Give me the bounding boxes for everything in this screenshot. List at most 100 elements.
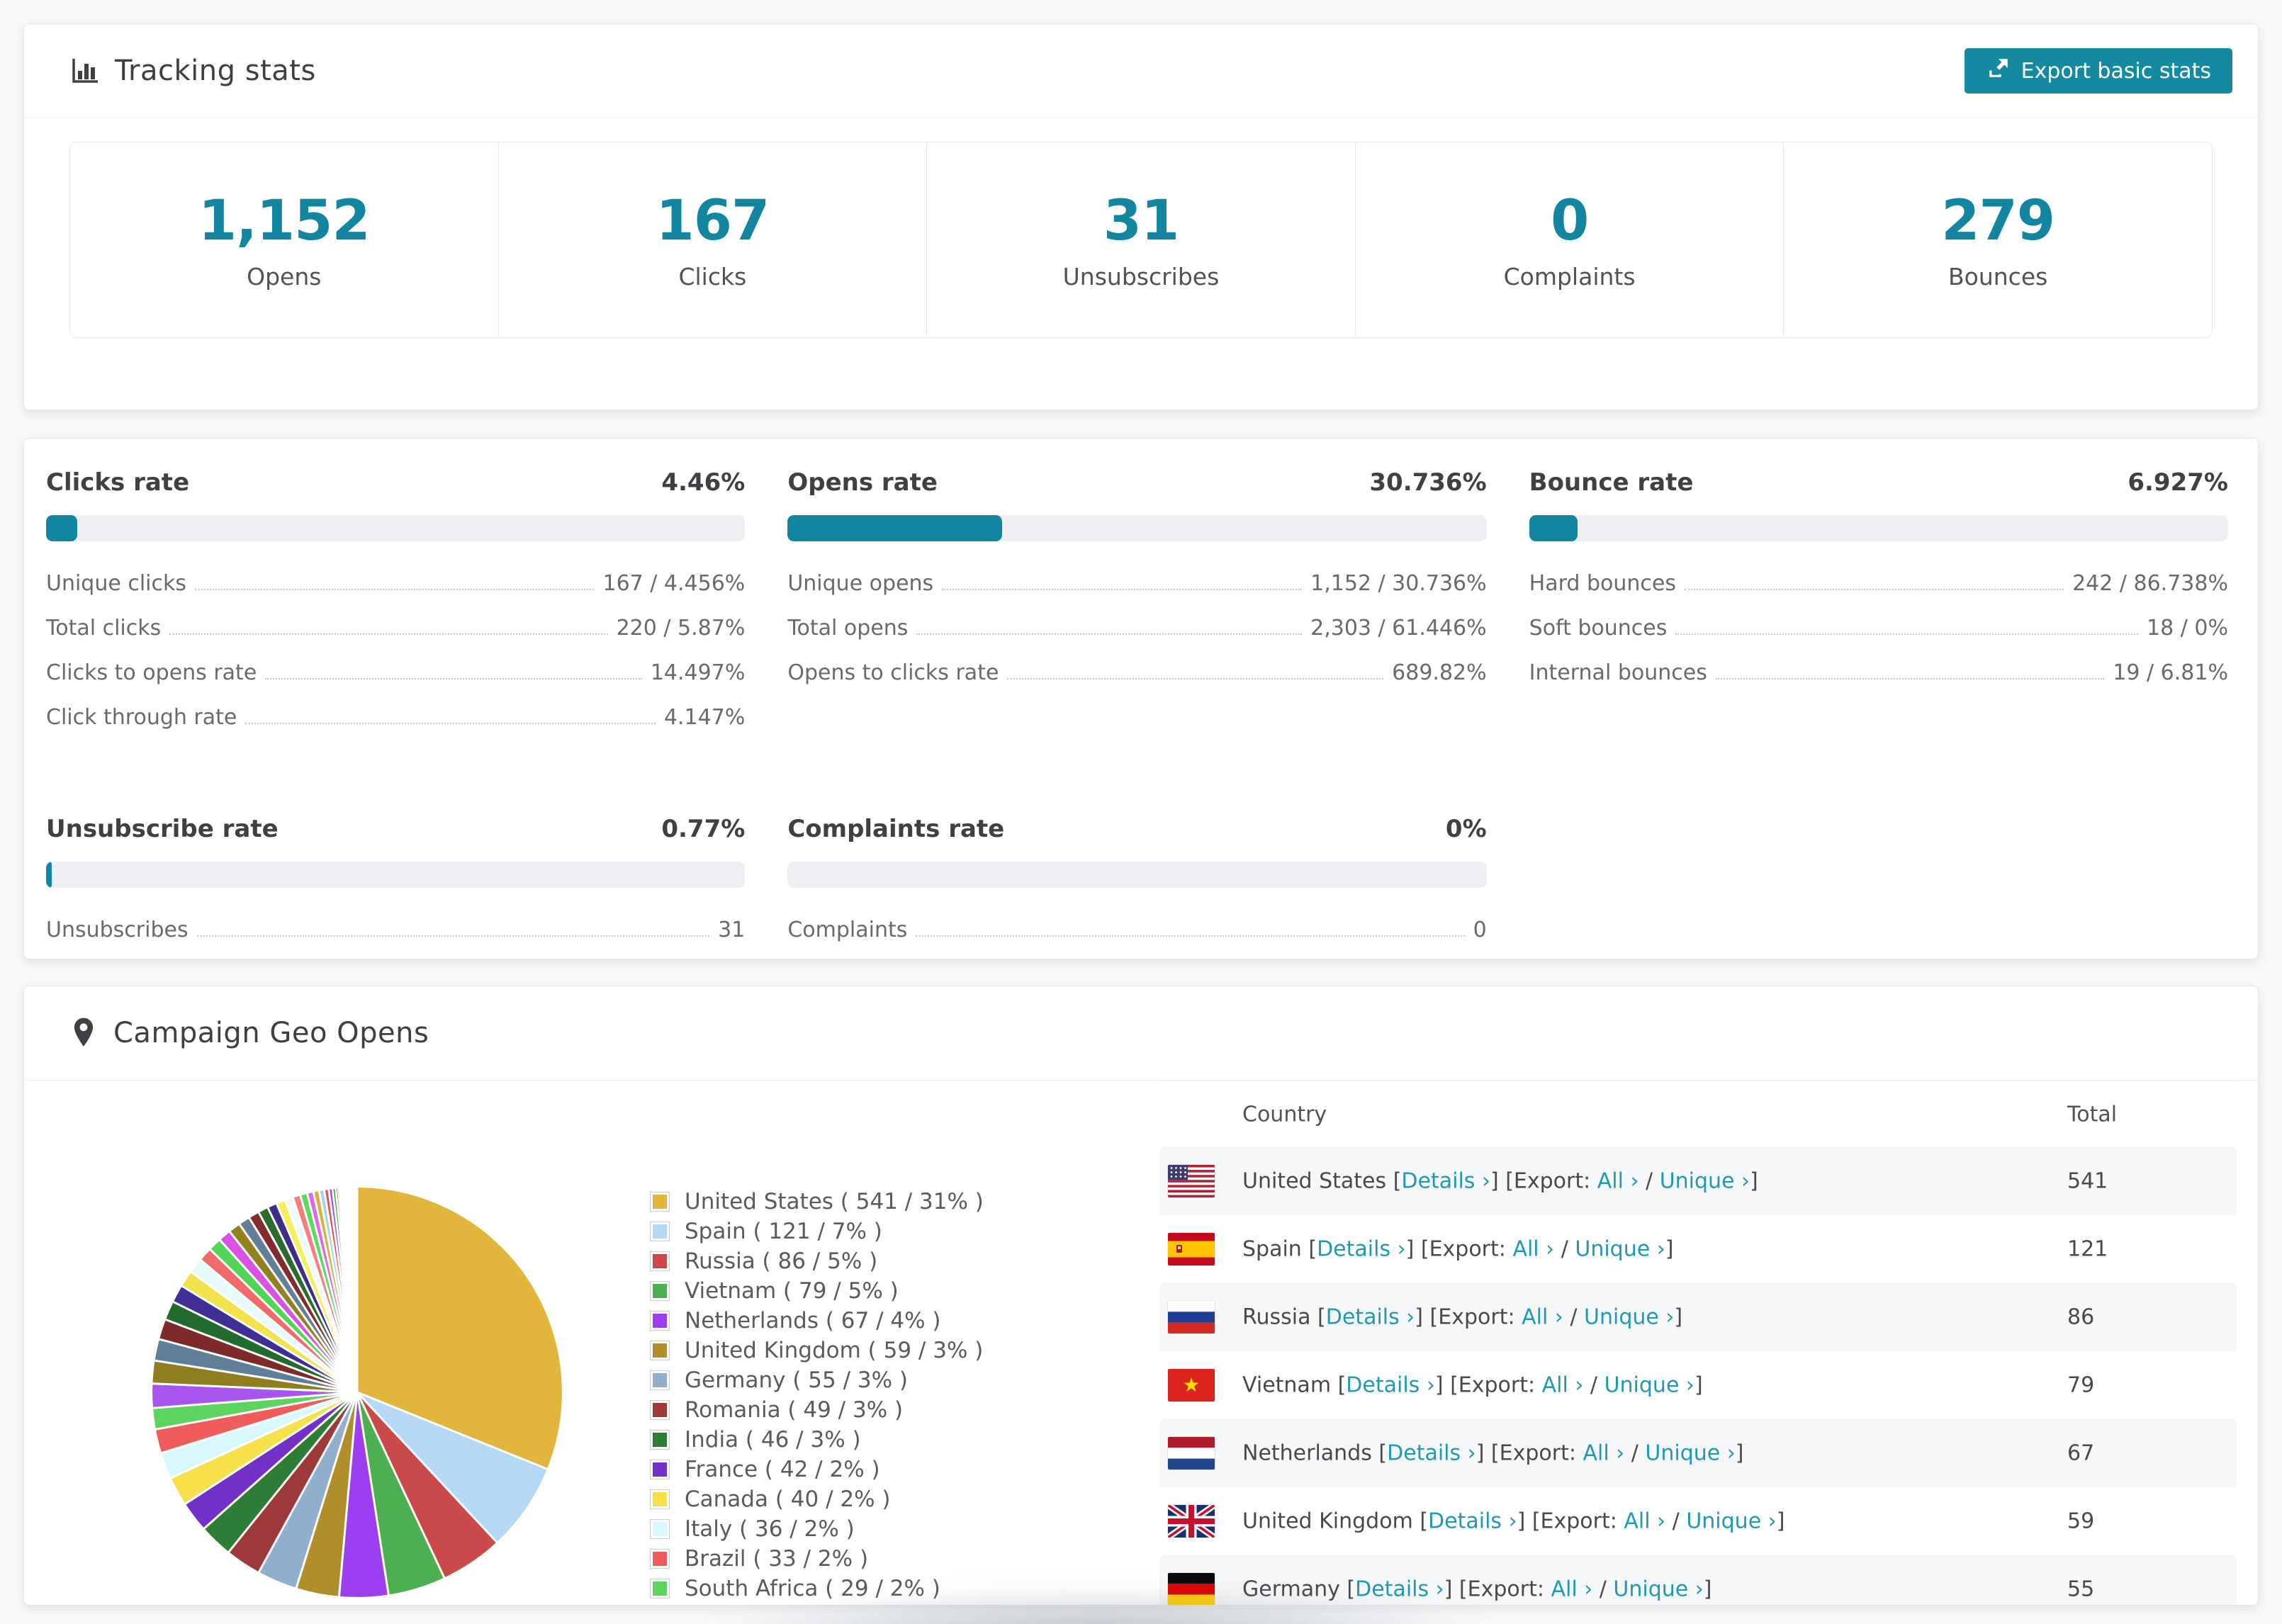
slash: /	[1554, 1236, 1575, 1262]
legend-item[interactable]: India ( 46 / 3% )	[650, 1425, 984, 1455]
export-all-link[interactable]: All ›	[1551, 1577, 1593, 1602]
legend-label: Canada ( 40 / 2% )	[685, 1487, 891, 1512]
bracket: ]	[1703, 1577, 1712, 1602]
details-link[interactable]: Details ›	[1317, 1237, 1406, 1262]
export-all-link[interactable]: All ›	[1542, 1373, 1584, 1398]
legend-item[interactable]: Germany ( 55 / 3% )	[650, 1365, 984, 1395]
bracket: ]	[1674, 1304, 1683, 1330]
rates-grid: Clicks rate 4.46% Unique clicks 167 / 4.…	[24, 439, 2258, 962]
rate-detail-row: Total opens 2,303 / 61.446%	[787, 616, 1486, 641]
legend-item[interactable]: Netherlands ( 67 / 4% )	[650, 1306, 984, 1336]
legend-label: Romania ( 49 / 3% )	[685, 1397, 904, 1423]
legend-item[interactable]: Brazil ( 33 / 2% )	[650, 1544, 984, 1574]
export-unique-link[interactable]: Unique ›	[1660, 1169, 1750, 1194]
export-unique-link[interactable]: Unique ›	[1645, 1441, 1735, 1466]
slash: /	[1563, 1304, 1585, 1330]
stat-label: Opens	[247, 263, 322, 291]
bar-chart-icon	[69, 56, 99, 86]
legend-item[interactable]: Canada ( 40 / 2% )	[650, 1484, 984, 1514]
export-label: Export:	[1513, 1168, 1597, 1194]
geo-country-table: Country Total United States [Details ›] …	[1159, 1081, 2237, 1605]
slash: /	[1639, 1168, 1660, 1194]
dotted-leader	[916, 633, 1303, 635]
rate-progress-bar	[1529, 515, 2228, 541]
rate-detail-row: Unique clicks 167 / 4.456%	[46, 571, 745, 596]
legend-swatch	[650, 1192, 670, 1212]
legend-item[interactable]: France ( 42 / 2% )	[650, 1455, 984, 1484]
legend-swatch	[650, 1370, 670, 1390]
bracket: ]	[1776, 1509, 1785, 1534]
legend-item[interactable]: Spain ( 121 / 7% )	[650, 1217, 984, 1246]
legend-item[interactable]: South Africa ( 29 / 2% )	[650, 1574, 984, 1603]
rate-detail-value: 19 / 6.81%	[2113, 660, 2228, 685]
export-unique-link[interactable]: Unique ›	[1584, 1305, 1674, 1330]
bracket: [	[1393, 1168, 1402, 1194]
export-button-label: Export basic stats	[2020, 58, 2211, 84]
details-link[interactable]: Details ›	[1428, 1509, 1517, 1534]
rate-value: 0%	[1445, 815, 1487, 843]
rate-detail-label: Clicks to opens rate	[46, 660, 257, 685]
legend-swatch	[650, 1460, 670, 1479]
legend-label: Spain ( 121 / 7% )	[685, 1219, 882, 1244]
legend-item[interactable]: United Kingdom ( 59 / 3% )	[650, 1336, 984, 1365]
bracket: ] [	[1444, 1577, 1468, 1602]
rate-detail-value: 0	[1473, 918, 1487, 942]
legend-label: Russia ( 86 / 5% )	[685, 1248, 878, 1274]
export-basic-stats-button[interactable]: Export basic stats	[1964, 48, 2232, 94]
legend-swatch	[650, 1251, 670, 1271]
rate-detail-row: Internal bounces 19 / 6.81%	[1529, 660, 2228, 685]
geo-row-spain: Spain [Details ›] [Export: All › / Uniqu…	[1159, 1215, 2237, 1283]
export-all-link[interactable]: All ›	[1522, 1305, 1563, 1330]
total-value: 541	[2067, 1168, 2108, 1194]
export-all-link[interactable]: All ›	[1597, 1169, 1639, 1194]
rate-detail-value: 220 / 5.87%	[616, 616, 746, 641]
details-link[interactable]: Details ›	[1401, 1169, 1490, 1194]
rate-detail-row: Complaints 0	[787, 918, 1486, 942]
export-unique-link[interactable]: Unique ›	[1613, 1577, 1703, 1602]
export-unique-link[interactable]: Unique ›	[1575, 1237, 1665, 1262]
stat-complaints: 0 Complaints	[1356, 142, 1784, 337]
legend-label: Italy ( 36 / 2% )	[685, 1516, 855, 1542]
bracket: [	[1337, 1372, 1347, 1398]
bracket: ] [	[1490, 1168, 1514, 1194]
geo-row-russia: Russia [Details ›] [Export: All › / Uniq…	[1159, 1283, 2237, 1351]
details-link[interactable]: Details ›	[1387, 1441, 1476, 1466]
geo-opens-body: United States ( 541 / 31% ) Spain ( 121 …	[24, 1081, 2258, 1605]
map-pin-icon	[69, 1017, 98, 1049]
export-all-link[interactable]: All ›	[1624, 1509, 1665, 1534]
details-link[interactable]: Details ›	[1326, 1305, 1415, 1330]
bracket: [	[1420, 1509, 1429, 1534]
bracket: ] [	[1476, 1440, 1500, 1466]
stat-label: Bounces	[1948, 263, 2048, 291]
legend-item[interactable]: United States ( 541 / 31% )	[650, 1187, 984, 1217]
details-link[interactable]: Details ›	[1355, 1577, 1444, 1602]
rate-detail-row: Hard bounces 242 / 86.738%	[1529, 571, 2228, 596]
geo-opens-pie-chart[interactable]	[145, 1180, 570, 1605]
export-unique-link[interactable]: Unique ›	[1604, 1373, 1694, 1398]
rate-value: 0.77%	[661, 815, 746, 843]
legend-item[interactable]: Vietnam ( 79 / 5% )	[650, 1276, 984, 1306]
legend-item[interactable]: Russia ( 86 / 5% )	[650, 1246, 984, 1276]
details-link[interactable]: Details ›	[1346, 1373, 1435, 1398]
export-label: Export:	[1429, 1236, 1513, 1262]
legend-item[interactable]: Italy ( 36 / 2% )	[650, 1514, 984, 1544]
rate-detail-row: Total clicks 220 / 5.87%	[46, 616, 745, 641]
bracket: ] [	[1517, 1509, 1541, 1534]
country-name: Vietnam	[1242, 1372, 1338, 1398]
legend-item[interactable]: Romania ( 49 / 3% )	[650, 1395, 984, 1425]
rate-progress-fill	[46, 862, 52, 888]
bracket: ]	[1735, 1440, 1744, 1466]
dashboard-page: Tracking stats Export basic stats 1,152 …	[0, 0, 2282, 1624]
export-unique-link[interactable]: Unique ›	[1686, 1509, 1776, 1534]
country-name: Spain	[1242, 1236, 1309, 1262]
slash: /	[1624, 1440, 1646, 1466]
export-label: Export:	[1540, 1509, 1624, 1534]
dotted-leader	[1675, 633, 2139, 635]
rate-block-bounce-rate: Bounce rate 6.927% Hard bounces 242 / 86…	[1529, 468, 2228, 750]
geo-table-rows: United States [Details ›] [Export: All ›…	[1159, 1147, 2237, 1605]
export-all-link[interactable]: All ›	[1512, 1237, 1554, 1262]
export-all-link[interactable]: All ›	[1583, 1441, 1625, 1466]
stat-bounces: 279 Bounces	[1784, 142, 2212, 337]
rate-progress-bar	[787, 862, 1487, 888]
export-icon	[1986, 55, 2011, 86]
